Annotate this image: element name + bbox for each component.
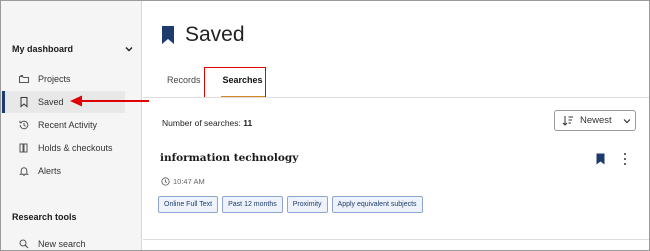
sidebar-item-label: Saved [38, 97, 64, 107]
saved-search-title[interactable]: information technology [160, 152, 298, 164]
chevron-down-icon [125, 47, 133, 52]
bookmark-filled-icon [162, 26, 174, 44]
sidebar-item-label: Recent Activity [38, 120, 98, 130]
tab-records[interactable]: Records [161, 69, 207, 97]
sidebar-item-label: Projects [38, 74, 71, 84]
saved-time-value: 10:47 AM [173, 177, 205, 186]
books-icon [18, 142, 30, 154]
search-icon [18, 238, 30, 250]
sort-label: Newest [580, 115, 612, 126]
sidebar-item-new-search[interactable]: New search [1, 233, 125, 250]
more-options-icon[interactable] [621, 153, 629, 165]
saved-time: 10:47 AM [161, 177, 205, 186]
page-title: Saved [185, 23, 245, 46]
chevron-down-icon [623, 118, 631, 123]
sidebar-item-label: New search [38, 239, 86, 249]
app-window: My dashboard Projects Saved Recent Activ… [0, 0, 650, 251]
bookmark-icon [18, 96, 30, 108]
sidebar-item-alerts[interactable]: Alerts [1, 160, 125, 182]
folder-icon [18, 73, 30, 85]
research-tools-title: Research tools [12, 212, 77, 222]
filter-chip[interactable]: Apply equivalent subjects [331, 196, 423, 213]
annotation-highlight-box [204, 67, 266, 98]
sort-dropdown[interactable]: Newest [554, 110, 636, 131]
sidebar-item-label: Holds & checkouts [38, 143, 113, 153]
bookmark-filled-icon[interactable] [596, 153, 605, 165]
filter-chip[interactable]: Past 12 months [222, 196, 283, 213]
dashboard-toggle[interactable]: My dashboard [12, 41, 134, 57]
filter-chip[interactable]: Proximity [286, 196, 328, 213]
sidebar: My dashboard Projects Saved Recent Activ… [1, 1, 142, 250]
sidebar-item-label: Alerts [38, 166, 62, 176]
search-count-label: Number of searches: [162, 118, 241, 128]
filter-chips: Online Full Text Past 12 months Proximit… [158, 196, 427, 213]
sidebar-item-recent-activity[interactable]: Recent Activity [1, 114, 125, 136]
page-header: Saved [161, 23, 245, 47]
annotation-arrow-icon [70, 95, 149, 107]
main-content: Saved Records Searches Number of searche… [143, 1, 649, 250]
bell-icon [18, 165, 30, 177]
search-count-value: 11 [243, 118, 253, 128]
filter-chip[interactable]: Online Full Text [158, 196, 219, 213]
sort-icon [562, 116, 573, 126]
history-icon [18, 119, 30, 131]
clock-icon [161, 177, 170, 186]
sidebar-item-projects[interactable]: Projects [1, 68, 125, 90]
divider [143, 97, 649, 98]
sidebar-item-holds-checkouts[interactable]: Holds & checkouts [1, 137, 125, 159]
dashboard-title: My dashboard [12, 44, 74, 54]
search-count: Number of searches: 11 [162, 118, 252, 128]
divider [143, 239, 649, 240]
